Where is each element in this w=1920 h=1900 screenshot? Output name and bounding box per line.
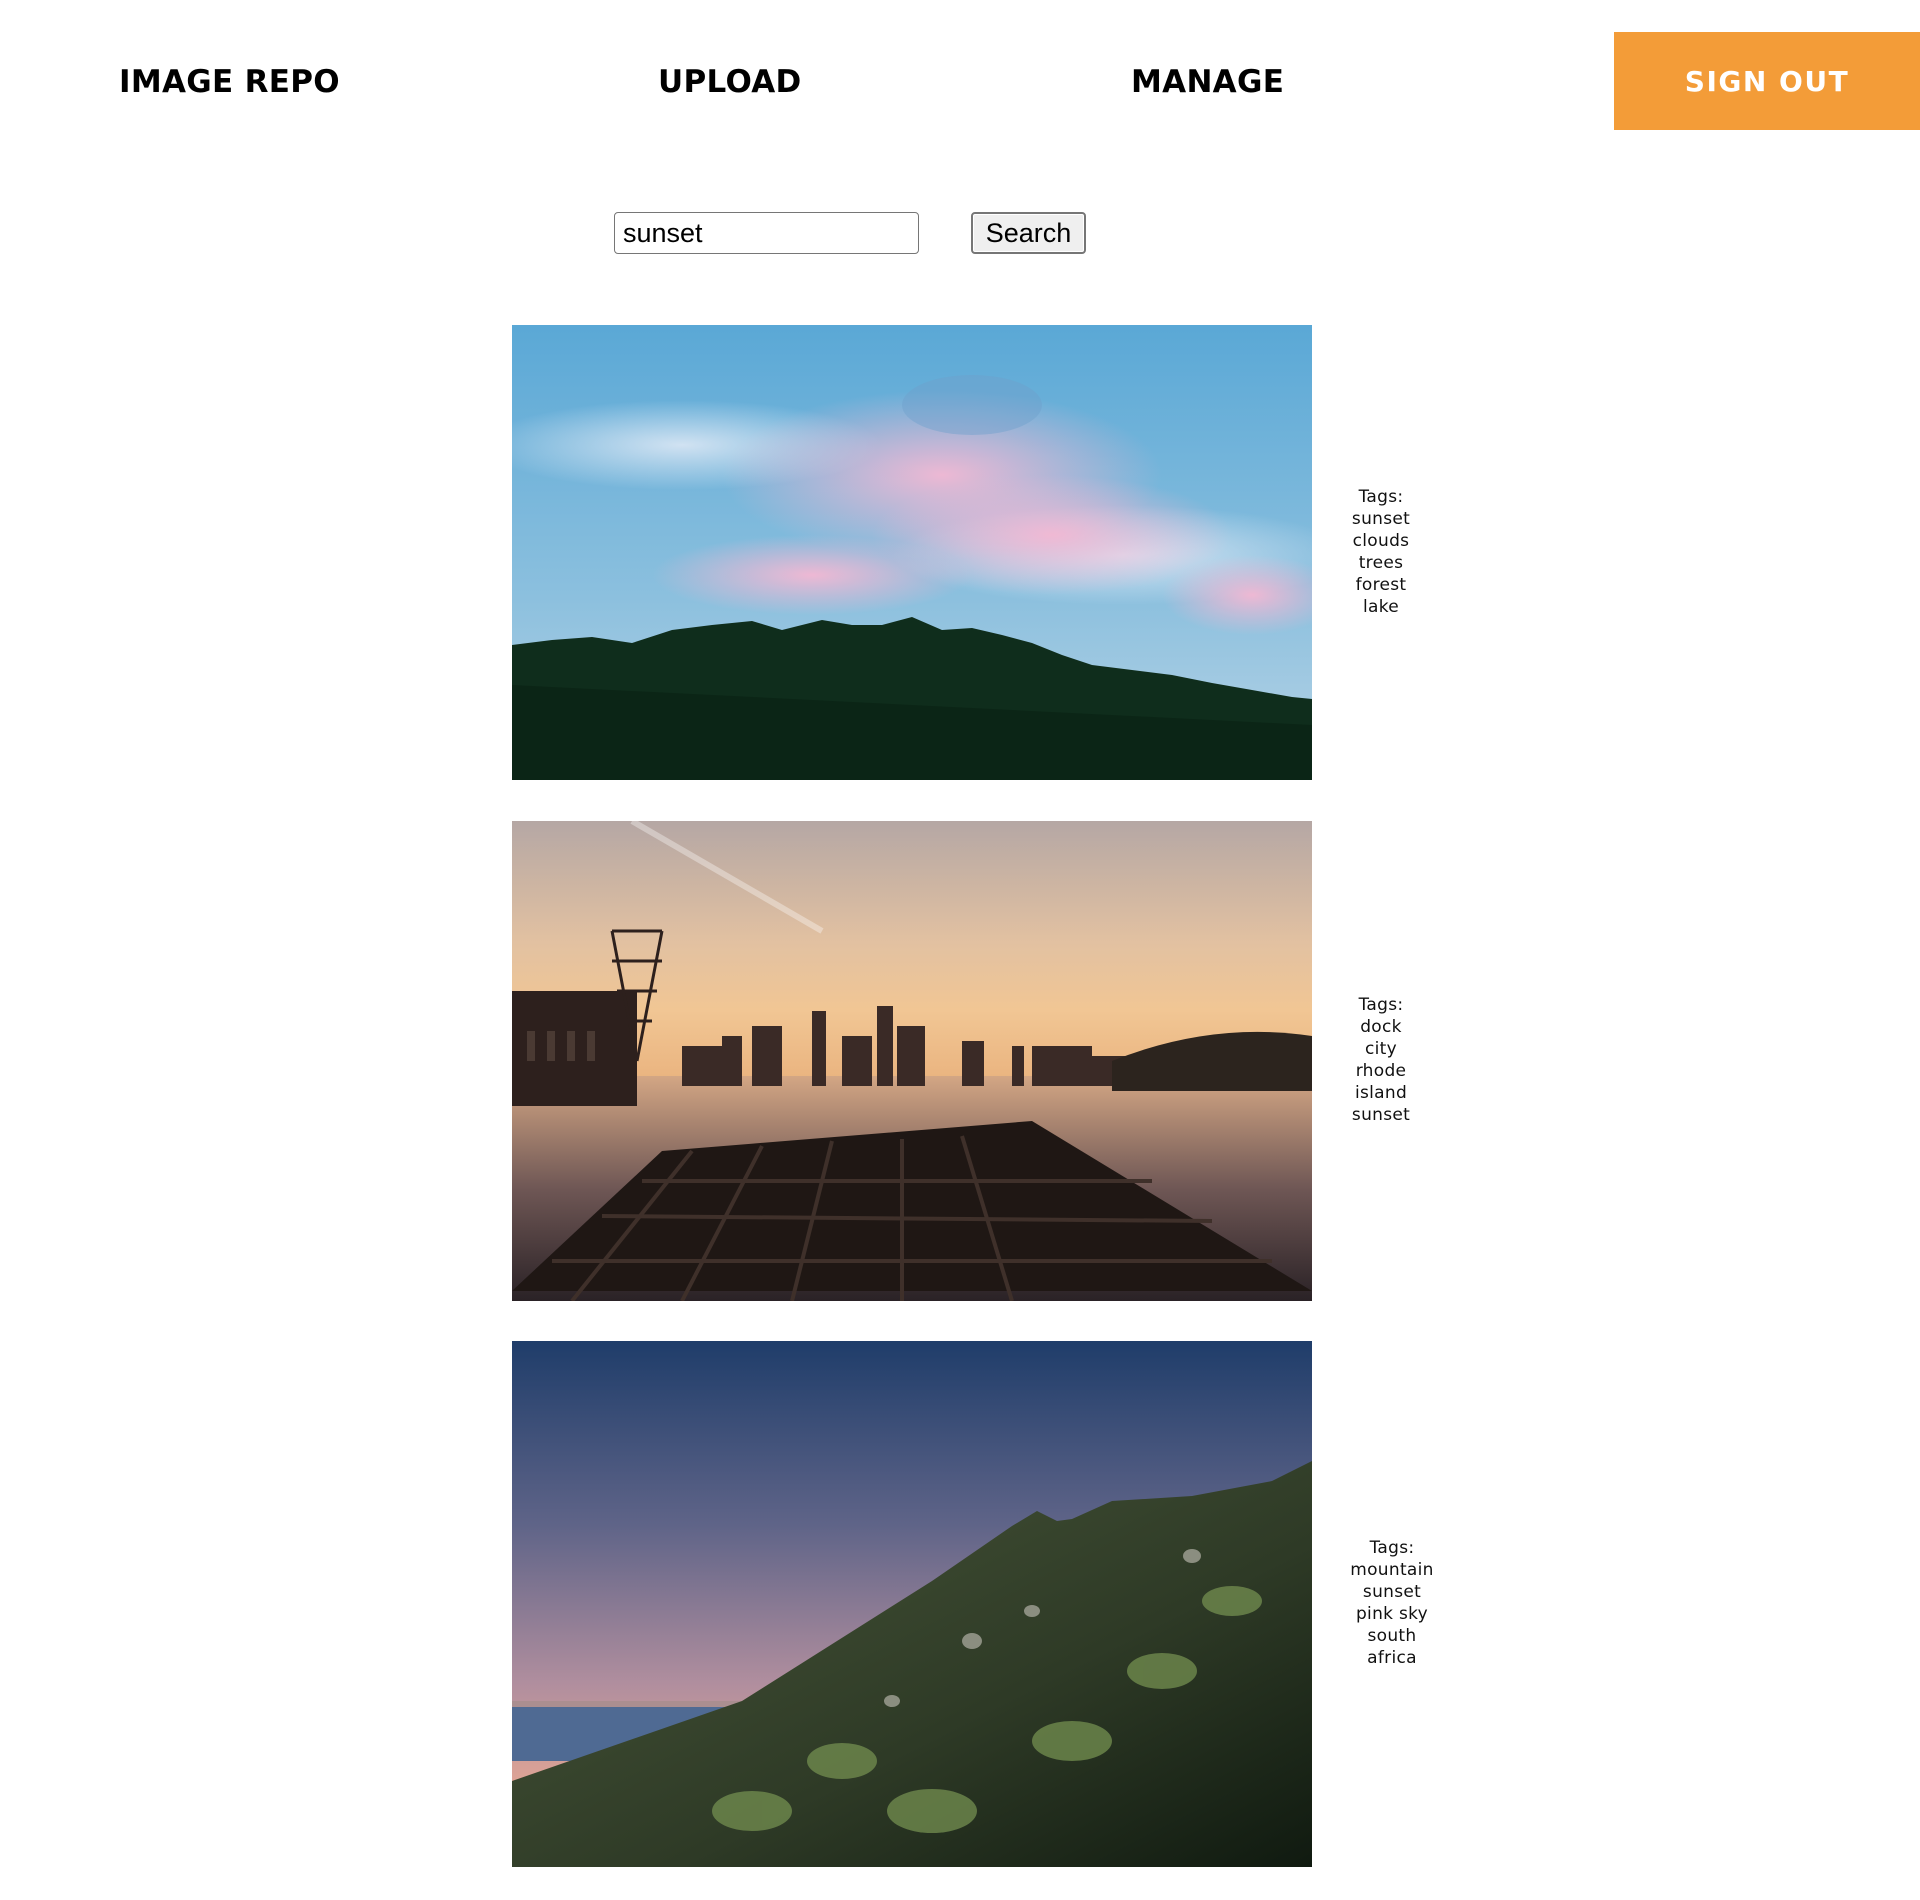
tag: island xyxy=(1354,1083,1408,1103)
result-image-2 xyxy=(512,821,1312,1301)
tag: south xyxy=(1367,1626,1417,1646)
tag: sunset xyxy=(1351,509,1411,529)
tag: dock xyxy=(1360,1017,1402,1037)
tag: sunset xyxy=(1362,1582,1422,1602)
tag: rhode xyxy=(1355,1061,1407,1081)
tag: pink sky xyxy=(1355,1604,1429,1624)
manage-link[interactable]: MANAGE xyxy=(1131,64,1284,100)
result-tags-1: Tags: sunset clouds trees forest lake xyxy=(1311,486,1451,618)
tags-label: Tags: xyxy=(1358,487,1404,507)
tag: clouds xyxy=(1352,531,1410,551)
result-tags-3: Tags: mountain sunset pink sky south afr… xyxy=(1322,1537,1462,1669)
tag: lake xyxy=(1362,597,1400,617)
brand-link[interactable]: IMAGE REPO xyxy=(119,64,340,100)
result-tags-2: Tags: dock city rhode island sunset xyxy=(1311,994,1451,1126)
search-input[interactable] xyxy=(614,212,919,254)
result-image-1 xyxy=(512,325,1312,780)
tag: sunset xyxy=(1351,1105,1411,1125)
tags-label: Tags: xyxy=(1358,995,1404,1015)
tags-label: Tags: xyxy=(1369,1538,1415,1558)
tag: trees xyxy=(1358,553,1404,573)
result-image-3 xyxy=(512,1341,1312,1867)
upload-link[interactable]: UPLOAD xyxy=(658,64,802,100)
search-button[interactable]: Search xyxy=(971,212,1086,254)
tag: mountain xyxy=(1350,1560,1434,1580)
sign-out-button[interactable]: SIGN OUT xyxy=(1614,32,1920,130)
tag: africa xyxy=(1367,1648,1417,1668)
tag: city xyxy=(1365,1039,1397,1059)
tag: forest xyxy=(1355,575,1407,595)
